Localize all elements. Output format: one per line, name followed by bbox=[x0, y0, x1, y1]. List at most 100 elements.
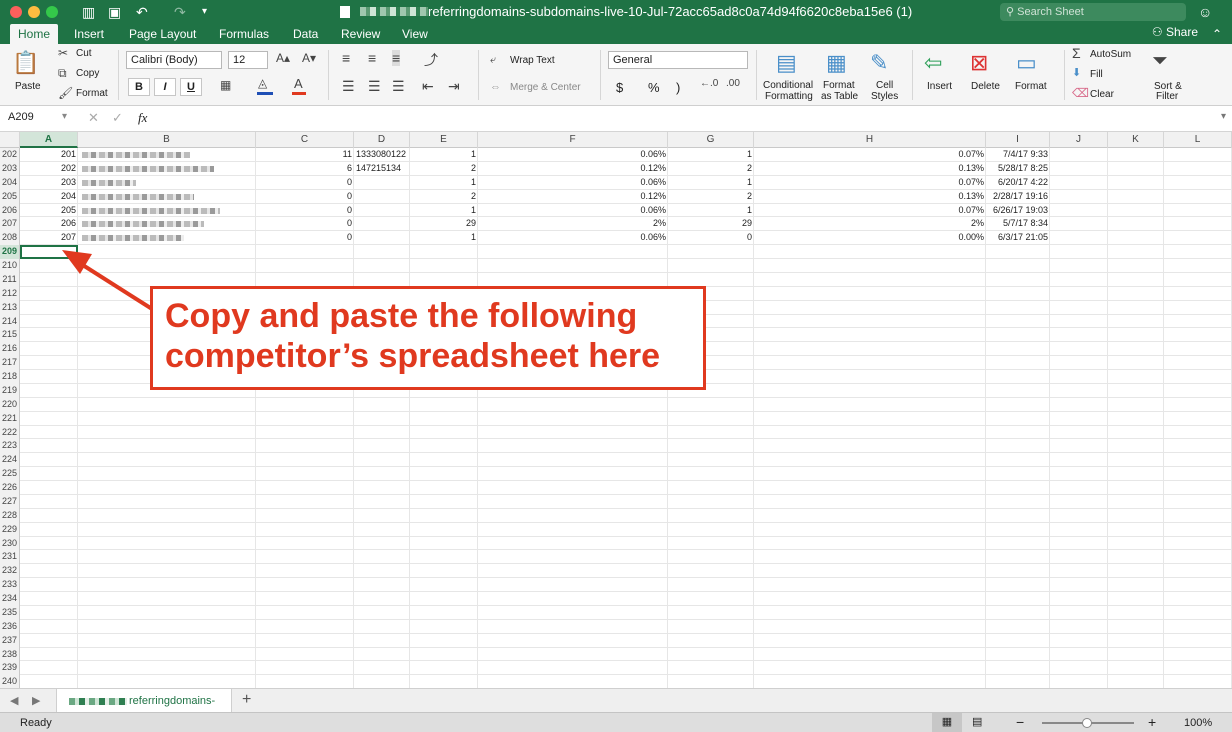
borders-icon[interactable]: ▦ bbox=[220, 78, 231, 92]
conditional-formatting-icon: ▤ bbox=[776, 50, 797, 75]
confirm-entry-icon[interactable]: ✓ bbox=[112, 110, 123, 126]
format-as-table-button[interactable]: Format bbox=[823, 80, 855, 91]
increase-indent-icon[interactable]: ⇥ bbox=[448, 78, 460, 95]
tab-review[interactable]: Review bbox=[341, 26, 380, 42]
orientation-icon[interactable]: ⤴ bbox=[424, 50, 438, 70]
autosum-icon: Σ bbox=[1072, 45, 1081, 61]
tab-formulas[interactable]: Formulas bbox=[219, 26, 269, 42]
align-top-icon[interactable]: ≡ bbox=[342, 50, 350, 66]
minimize-window-button[interactable] bbox=[28, 6, 40, 18]
worksheet-grid[interactable]: ABCDEFGHIJKL 202 201 11 1333080122 1 0.06% 1 0.… bbox=[0, 132, 1232, 688]
divider bbox=[600, 50, 601, 100]
decrease-font-icon[interactable]: A▾ bbox=[302, 51, 316, 65]
ribbon: 📋 Paste ✂ Cut ⧉ Copy 🖌 Format Calibri (B… bbox=[0, 44, 1232, 106]
align-bottom-icon[interactable]: ≡ bbox=[392, 50, 401, 66]
collapse-ribbon-icon[interactable]: ⌃ bbox=[1212, 25, 1222, 43]
divider bbox=[756, 50, 757, 100]
italic-button[interactable]: I bbox=[154, 78, 176, 96]
zoom-slider-thumb[interactable] bbox=[1082, 718, 1092, 728]
expand-formula-icon[interactable]: ▾ bbox=[1221, 111, 1226, 122]
person-add-icon: ⚇ bbox=[1151, 25, 1166, 39]
underline-button[interactable]: U bbox=[180, 78, 202, 96]
insert-button[interactable]: Insert bbox=[927, 81, 952, 92]
divider bbox=[1064, 50, 1065, 100]
copy-button[interactable]: Copy bbox=[76, 68, 99, 79]
sheet-tab-label: referringdomains- bbox=[129, 695, 216, 707]
normal-view-icon[interactable]: ▦ bbox=[932, 713, 962, 732]
merge-center-button[interactable]: Merge & Center bbox=[510, 82, 581, 93]
search-icon: ⚲ bbox=[1006, 6, 1018, 18]
blurred-title-prefix bbox=[360, 7, 428, 16]
zoom-level: 100% bbox=[1184, 717, 1213, 729]
format-painter-button[interactable]: Format bbox=[76, 88, 108, 99]
sheet-tabs-bar: ◀ ▶ referringdomains- + bbox=[0, 688, 1232, 713]
comma-style-button[interactable]: ) bbox=[676, 80, 680, 95]
bold-button[interactable]: B bbox=[128, 78, 150, 96]
paste-icon[interactable]: 📋 bbox=[12, 50, 39, 76]
fill-color-icon[interactable]: ◬ bbox=[258, 76, 267, 90]
cut-button[interactable]: Cut bbox=[76, 48, 92, 59]
font-name-select[interactable]: Calibri (Body) bbox=[126, 51, 222, 69]
zoom-window-button[interactable] bbox=[46, 6, 58, 18]
tab-page-layout[interactable]: Page Layout bbox=[129, 26, 196, 42]
share-button[interactable]: ⚇ Share bbox=[1152, 25, 1198, 39]
sort-filter-icon: ⏷ bbox=[1152, 50, 1168, 72]
search-sheet-input[interactable]: ⚲ Search Sheet bbox=[1000, 3, 1186, 21]
align-middle-icon[interactable]: ≡ bbox=[368, 50, 376, 66]
close-window-button[interactable] bbox=[10, 6, 22, 18]
format-cells-button[interactable]: Format bbox=[1015, 81, 1047, 92]
document-title: referringdomains-subdomains-live-10-Jul-… bbox=[340, 4, 912, 19]
blurred-sheet-prefix bbox=[69, 698, 127, 705]
font-size-select[interactable]: 12 bbox=[228, 51, 268, 69]
increase-font-icon[interactable]: A▴ bbox=[276, 51, 290, 65]
page-layout-view-icon[interactable]: ▤ bbox=[972, 715, 982, 728]
format-as-table-icon: ▦ bbox=[826, 50, 847, 75]
currency-button[interactable]: $ bbox=[616, 80, 623, 95]
name-box-dropdown-icon[interactable]: ▾ bbox=[62, 111, 67, 122]
function-icon[interactable]: fx bbox=[138, 110, 147, 126]
ribbon-tabs: Home Insert Page Layout Formulas Data Re… bbox=[0, 24, 1232, 44]
next-sheet-icon[interactable]: ▶ bbox=[32, 694, 40, 707]
add-sheet-button[interactable]: + bbox=[242, 691, 251, 709]
wrap-text-button[interactable]: Wrap Text bbox=[510, 55, 555, 66]
align-left-icon[interactable]: ☰ bbox=[342, 78, 355, 95]
fill-button[interactable]: Fill bbox=[1090, 69, 1103, 80]
align-right-icon[interactable]: ☰ bbox=[392, 78, 405, 95]
paste-button[interactable]: Paste bbox=[15, 81, 41, 92]
number-format-select[interactable]: General bbox=[608, 51, 748, 69]
cancel-entry-icon[interactable]: ✕ bbox=[88, 110, 99, 126]
font-color-icon[interactable]: A bbox=[294, 76, 303, 91]
clear-button[interactable]: Clear bbox=[1090, 89, 1114, 100]
delete-button[interactable]: Delete bbox=[971, 81, 1000, 92]
tab-data[interactable]: Data bbox=[293, 26, 318, 42]
zoom-out-button[interactable]: − bbox=[1016, 714, 1024, 730]
percent-button[interactable]: % bbox=[648, 80, 660, 95]
tab-home[interactable]: Home bbox=[10, 24, 59, 44]
align-center-icon[interactable]: ☰ bbox=[368, 78, 381, 95]
save-icon[interactable]: ▣ bbox=[108, 3, 121, 21]
redo-icon[interactable]: ↷ bbox=[174, 3, 186, 21]
name-box[interactable]: A209 bbox=[8, 111, 34, 123]
sidebar-toggle-icon[interactable]: ▥ bbox=[82, 3, 95, 21]
sort-filter-label-2: Filter bbox=[1156, 91, 1179, 102]
decrease-indent-icon[interactable]: ⇤ bbox=[422, 78, 434, 95]
cell-styles-button[interactable]: Cell bbox=[876, 80, 893, 91]
formula-bar: A209 ▾ ✕ ✓ fx ▾ bbox=[0, 106, 1232, 132]
tab-view[interactable]: View bbox=[402, 26, 428, 42]
smiley-feedback-icon[interactable]: ☺ bbox=[1198, 3, 1212, 21]
cell-styles-icon: ✎ bbox=[870, 50, 889, 75]
zoom-in-button[interactable]: + bbox=[1148, 714, 1156, 730]
prev-sheet-icon[interactable]: ◀ bbox=[10, 694, 18, 707]
sheet-tab-active[interactable]: referringdomains- bbox=[56, 689, 232, 713]
undo-icon[interactable]: ↶ bbox=[136, 3, 148, 21]
increase-decimal-icon[interactable]: ←.0 bbox=[700, 78, 718, 89]
tab-insert[interactable]: Insert bbox=[74, 26, 104, 42]
conditional-formatting-button[interactable]: Conditional bbox=[763, 80, 813, 91]
divider bbox=[118, 50, 119, 100]
autosum-button[interactable]: AutoSum bbox=[1090, 49, 1131, 60]
divider bbox=[478, 50, 479, 100]
conditional-formatting-label-2: Formatting bbox=[765, 91, 813, 102]
decrease-decimal-icon[interactable]: .00 bbox=[726, 78, 740, 89]
scissors-icon: ✂ bbox=[58, 46, 69, 60]
customize-toolbar-icon[interactable]: ▾ bbox=[202, 3, 207, 21]
